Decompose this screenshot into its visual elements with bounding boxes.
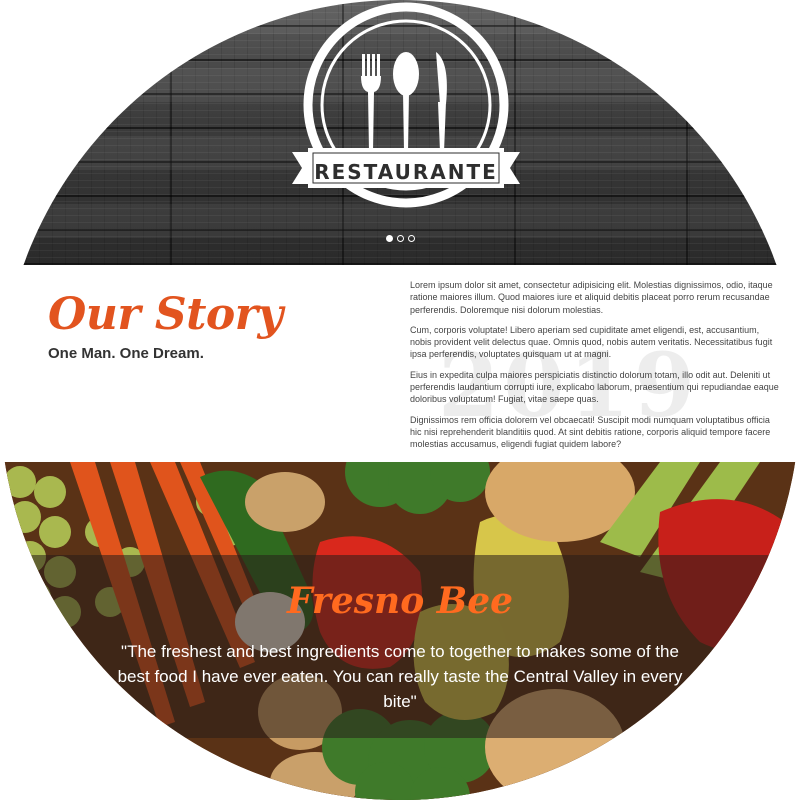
restaurant-logo: [292, 2, 520, 208]
story-subheading: One Man. One Dream.: [48, 345, 204, 362]
quote-source: Fresno Bee: [286, 580, 514, 622]
story-heading: Our Story: [48, 289, 283, 340]
story-paragraph: Eius in expedita culpa maiores perspicia…: [410, 369, 779, 405]
story-paragraph: Dignissimos rem officia dolorem vel obca…: [410, 414, 771, 450]
our-story-section: 2019 Our Story One Man. One Dream. Lorem…: [0, 265, 800, 462]
potato: [245, 472, 325, 532]
story-paragraph: Cum, corporis voluptate! Libero aperiam …: [410, 324, 773, 360]
slider-dot-3[interactable]: [408, 235, 415, 242]
logo-title: RESTAURANTE: [314, 160, 498, 184]
slider-dot-2[interactable]: [397, 235, 404, 242]
spoon-icon: [393, 52, 419, 155]
slider-dots: [386, 235, 415, 242]
story-text: Lorem ipsum dolor sit amet, consectetur …: [410, 279, 782, 459]
hero-banner: RESTAURANTE: [0, 0, 800, 265]
testimonial-section: Fresno Bee "The freshest and best ingred…: [0, 462, 800, 800]
slider-dot-1[interactable]: [386, 235, 393, 242]
fork-icon: [361, 54, 381, 155]
story-paragraph: Lorem ipsum dolor sit amet, consectetur …: [410, 280, 773, 315]
knife-icon: [436, 52, 447, 155]
page-circle: RESTAURANTE 2019 Our Story One Man. One …: [0, 0, 800, 800]
tomato: [660, 732, 720, 792]
quote-text: "The freshest and best ingredients come …: [117, 642, 683, 711]
